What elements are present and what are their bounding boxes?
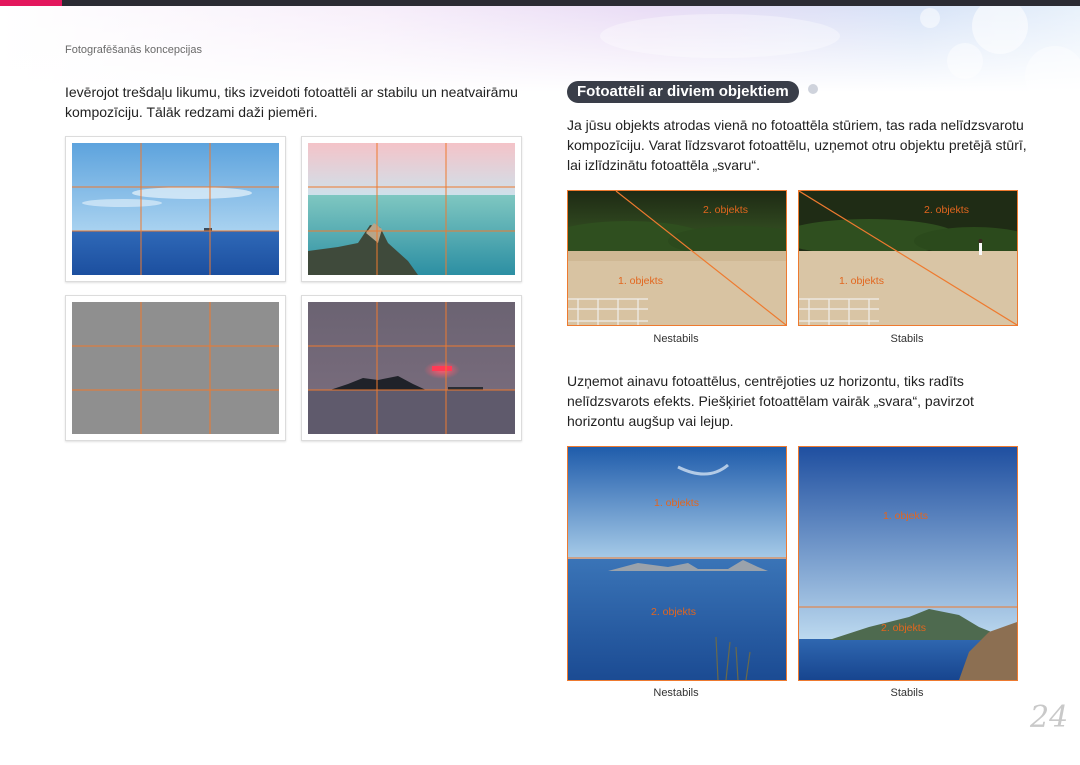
caption-stable: Stabils: [890, 687, 924, 699]
section-title: Fotoattēli ar diviem objektiem: [567, 81, 799, 103]
horizon-example-stable: 1. objekts 2. objekts: [798, 446, 1018, 681]
caption-unstable: Nestabils: [653, 333, 699, 345]
example-photo-sunset-island: [301, 295, 522, 441]
horizon-example-unstable: 1. objekts 2. objekts: [567, 446, 787, 681]
object-2-label: 2. objekts: [651, 606, 696, 618]
caption-unstable: Nestabils: [653, 687, 699, 699]
caption-stable: Stabils: [890, 333, 924, 345]
object-1-label: 1. objekts: [839, 275, 884, 287]
object-2-label: 2. objekts: [881, 622, 926, 634]
object-1-label: 1. objekts: [618, 275, 663, 287]
corner-example-stable: 2. objekts 1. objekts: [798, 190, 1018, 326]
intro-paragraph: Ievērojot trešdaļu likumu, tiks izveidot…: [65, 84, 518, 120]
object-2-label: 2. objekts: [703, 204, 748, 216]
example-photo-sea-horizon: [65, 136, 286, 282]
heading-decoration-dot: [808, 84, 818, 94]
corner-example-unstable: 2. objekts 1. objekts: [567, 190, 787, 326]
paragraph-horizon: Uzņemot ainavu fotoattēlus, centrējoties…: [567, 373, 974, 429]
breadcrumb: Fotografēšanās koncepcijas: [65, 44, 202, 56]
example-photo-cliff: [301, 136, 522, 282]
object-2-label: 2. objekts: [924, 204, 969, 216]
page-number: 24: [1030, 700, 1069, 735]
paragraph-corner-subjects: Ja jūsu objekts atrodas vienā no fotoatt…: [567, 117, 1027, 173]
example-grid-blank: [65, 295, 286, 441]
object-1-label: 1. objekts: [654, 497, 699, 509]
object-1-label: 1. objekts: [883, 510, 928, 522]
